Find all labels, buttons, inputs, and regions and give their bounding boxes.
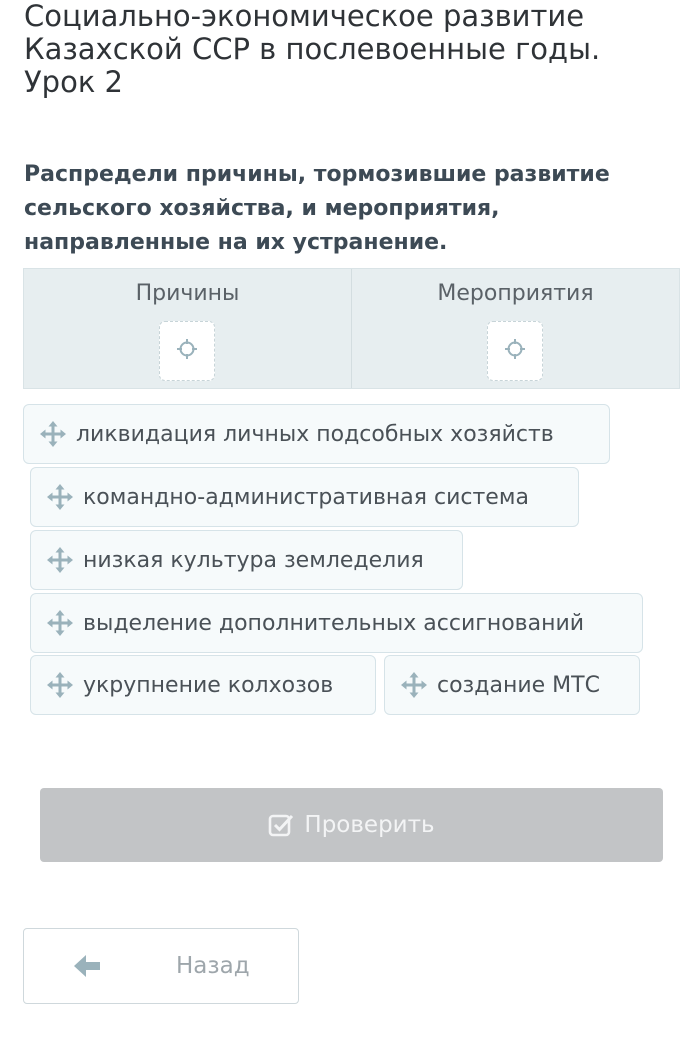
drop-slot-measures[interactable] — [486, 321, 543, 381]
option-label: командно-административная система — [83, 484, 529, 510]
checkbox-icon — [268, 812, 294, 838]
option-label: ликвидация личных подсобных хозяйств — [76, 421, 554, 447]
option-chip[interactable]: укрупнение колхозов — [30, 655, 376, 715]
option-label: выделение дополнительных ассигнований — [83, 610, 585, 636]
check-button[interactable]: Проверить — [40, 788, 663, 862]
move-icon — [47, 484, 73, 510]
move-icon — [40, 421, 66, 447]
option-label: укрупнение колхозов — [83, 672, 334, 698]
column-header-measures: Мероприятия — [437, 281, 594, 306]
move-icon — [47, 672, 73, 698]
back-button-label: Назад — [176, 953, 250, 979]
option-chip[interactable]: ликвидация личных подсобных хозяйств — [23, 404, 610, 464]
task-title: Распредели причины, тормозившие развитие… — [24, 162, 610, 255]
move-icon — [47, 547, 73, 573]
option-chip[interactable]: создание МТС — [384, 655, 640, 715]
option-label: низкая культура земледелия — [83, 547, 424, 573]
column-header-causes: Причины — [135, 281, 240, 306]
move-icon — [47, 610, 73, 636]
column-measures: Мероприятия — [351, 269, 679, 388]
column-causes: Причины — [24, 269, 351, 388]
lesson-title: Социально-экономическое развитие Казахск… — [24, 0, 601, 99]
option-label: создание МТС — [437, 672, 600, 698]
option-chip[interactable]: выделение дополнительных ассигнований — [30, 593, 643, 653]
target-icon — [176, 338, 198, 364]
arrow-left-icon — [74, 953, 102, 979]
target-icon — [504, 338, 526, 364]
option-chip[interactable]: командно-административная система — [30, 467, 579, 527]
back-button[interactable]: Назад — [23, 928, 299, 1004]
drop-table: Причины Мероприятия — [23, 268, 680, 389]
check-button-label: Проверить — [304, 812, 435, 838]
move-icon — [401, 672, 427, 698]
drop-slot-causes[interactable] — [158, 321, 215, 381]
option-chip[interactable]: низкая культура земледелия — [30, 530, 463, 590]
